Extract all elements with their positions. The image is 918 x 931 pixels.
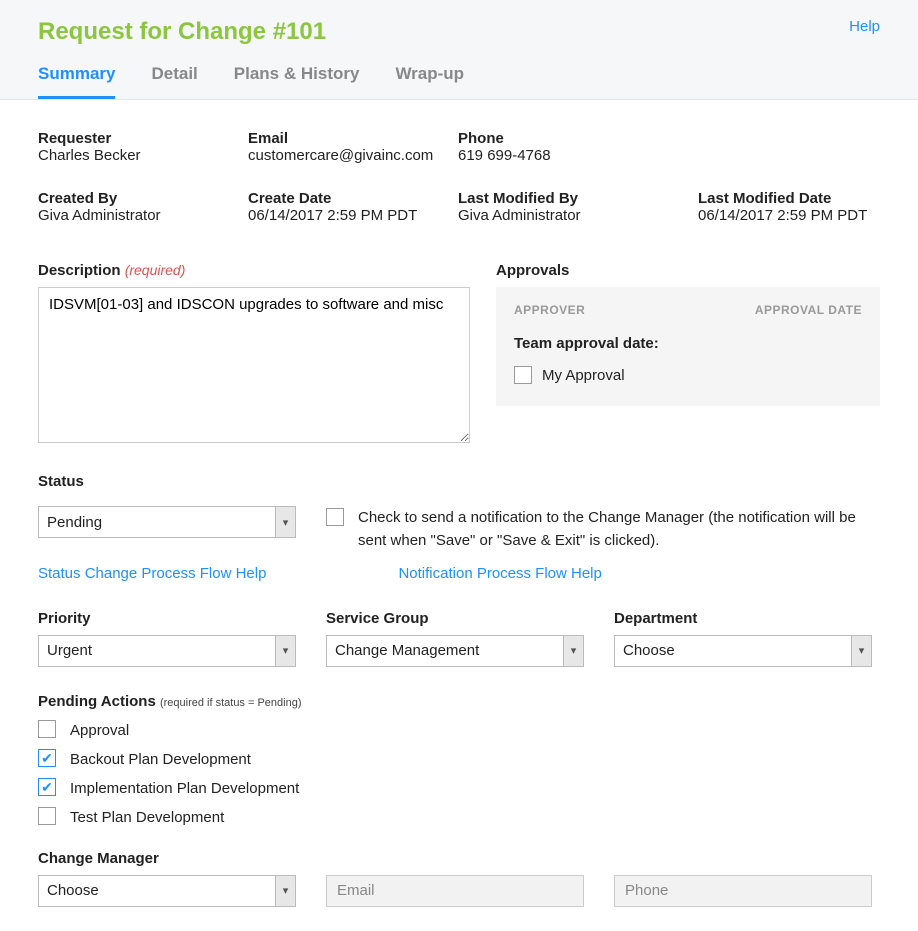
service-group-select[interactable]: Change Management ▾ — [326, 635, 584, 667]
value-last-mod-date: 06/14/2017 2:59 PM PDT — [698, 207, 918, 224]
label-last-mod-date: Last Modified Date — [698, 190, 918, 207]
my-approval-label: My Approval — [542, 367, 625, 384]
tab-detail[interactable]: Detail — [151, 64, 197, 99]
pending-action-label: Approval — [70, 720, 129, 741]
value-last-mod-by: Giva Administrator — [458, 207, 698, 224]
status-select[interactable]: Pending ▾ — [38, 506, 296, 538]
value-email: customercare@givainc.com — [248, 147, 458, 164]
chevron-down-icon: ▾ — [275, 636, 295, 666]
chevron-down-icon: ▾ — [275, 876, 295, 906]
page-title: Request for Change #101 — [38, 18, 326, 46]
chevron-down-icon: ▾ — [563, 636, 583, 666]
my-approval-checkbox[interactable] — [514, 366, 532, 384]
change-manager-select[interactable]: Choose ▾ — [38, 875, 296, 907]
team-approval-date: Team approval date: — [514, 335, 862, 352]
notify-checkbox[interactable] — [326, 508, 344, 526]
label-pending-actions: Pending Actions — [38, 693, 156, 710]
approvals-box: APPROVER APPROVAL DATE Team approval dat… — [496, 287, 880, 406]
label-last-mod-by: Last Modified By — [458, 190, 698, 207]
pending-action-item: Approval — [38, 720, 318, 741]
label-service-group: Service Group — [326, 610, 429, 627]
pending-action-item: Backout Plan Development — [38, 749, 318, 770]
value-requester: Charles Becker — [38, 147, 248, 164]
priority-select[interactable]: Urgent ▾ — [38, 635, 296, 667]
approval-date-header: APPROVAL DATE — [755, 303, 862, 317]
approver-header: APPROVER — [514, 303, 585, 317]
department-value: Choose — [623, 642, 675, 659]
label-priority: Priority — [38, 610, 91, 627]
label-created-by: Created By — [38, 190, 248, 207]
pending-action-item: Test Plan Development — [38, 807, 318, 828]
pending-action-checkbox[interactable] — [38, 778, 56, 796]
value-created-by: Giva Administrator — [38, 207, 248, 224]
pending-action-item: Implementation Plan Development — [38, 778, 318, 799]
tabs: Summary Detail Plans & History Wrap-up — [38, 64, 880, 99]
help-link[interactable]: Help — [849, 18, 880, 35]
description-required: (required) — [125, 262, 186, 278]
tab-wrap-up[interactable]: Wrap-up — [395, 64, 464, 99]
priority-value: Urgent — [47, 642, 92, 659]
chevron-down-icon: ▾ — [851, 636, 871, 666]
department-select[interactable]: Choose ▾ — [614, 635, 872, 667]
label-department: Department — [614, 610, 697, 627]
label-change-manager: Change Manager — [38, 850, 159, 867]
tab-plans-history[interactable]: Plans & History — [234, 64, 360, 99]
label-status: Status — [38, 473, 84, 490]
change-manager-phone: Phone — [614, 875, 872, 907]
pending-action-checkbox[interactable] — [38, 720, 56, 738]
label-description: Description — [38, 262, 121, 279]
change-manager-value: Choose — [47, 882, 99, 899]
chevron-down-icon: ▾ — [275, 507, 295, 537]
notification-help-link[interactable]: Notification Process Flow Help — [398, 565, 601, 582]
status-help-link[interactable]: Status Change Process Flow Help — [38, 565, 266, 582]
description-textarea[interactable] — [38, 287, 470, 443]
pending-action-label: Implementation Plan Development — [70, 778, 299, 799]
pending-action-checkbox[interactable] — [38, 807, 56, 825]
label-phone: Phone — [458, 130, 698, 147]
tab-summary[interactable]: Summary — [38, 64, 115, 99]
pending-action-label: Test Plan Development — [70, 807, 224, 828]
service-group-value: Change Management — [335, 642, 479, 659]
label-approvals: Approvals — [496, 262, 569, 279]
label-create-date: Create Date — [248, 190, 458, 207]
value-phone: 619 699-4768 — [458, 147, 698, 164]
change-manager-email: Email — [326, 875, 584, 907]
label-email: Email — [248, 130, 458, 147]
label-requester: Requester — [38, 130, 248, 147]
pending-actions-hint: (required if status = Pending) — [160, 697, 302, 709]
notify-text: Check to send a notification to the Chan… — [358, 506, 866, 553]
pending-action-label: Backout Plan Development — [70, 749, 251, 770]
status-value: Pending — [47, 514, 102, 531]
value-create-date: 06/14/2017 2:59 PM PDT — [248, 207, 458, 224]
pending-action-checkbox[interactable] — [38, 749, 56, 767]
